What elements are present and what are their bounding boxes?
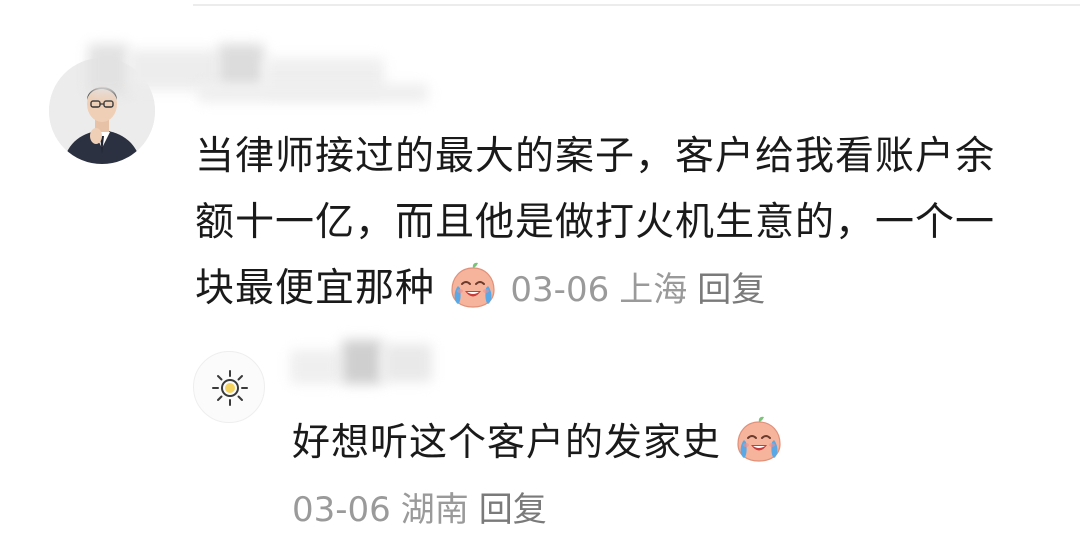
- comment-line-last: 块最便宜那种 03-06 上海 回复: [195, 256, 1065, 323]
- reply-location: 湖南: [400, 490, 469, 530]
- comment-body: 当律师接过的最大的案子，客户给我看账户余 额十一亿，而且他是做打火机生意的，一个…: [195, 124, 1065, 323]
- comment-location: 上海: [619, 270, 688, 310]
- commenter-name-redacted: [88, 44, 438, 110]
- reply-reply-button[interactable]: 回复: [479, 490, 547, 530]
- comment-meta: 03-06 上海 回复: [510, 270, 765, 310]
- divider: [193, 4, 1080, 6]
- replier-avatar[interactable]: [193, 351, 265, 423]
- reply-body: 好想听这个客户的发家史: [292, 412, 784, 472]
- comment-date: 03-06: [510, 270, 610, 310]
- comment-reply-button[interactable]: 回复: [697, 270, 765, 310]
- replier-name-redacted: [290, 340, 450, 388]
- reply-meta: 03-06 湖南 回复: [292, 490, 547, 530]
- comment-line: 块最便宜那种: [195, 266, 436, 311]
- comment-line: 额十一亿，而且他是做打火机生意的，一个一: [195, 200, 996, 245]
- sun-icon: [212, 370, 248, 406]
- crying-laughing-emoji-icon: [734, 414, 784, 464]
- comment-thread: 当律师接过的最大的案子，客户给我看账户余 额十一亿，而且他是做打火机生意的，一个…: [0, 0, 1080, 533]
- crying-laughing-emoji-icon: [448, 260, 498, 310]
- reply-text: 好想听这个客户的发家史: [292, 420, 722, 464]
- comment-line: 当律师接过的最大的案子，客户给我看账户余: [195, 134, 996, 179]
- reply-date: 03-06: [292, 490, 391, 530]
